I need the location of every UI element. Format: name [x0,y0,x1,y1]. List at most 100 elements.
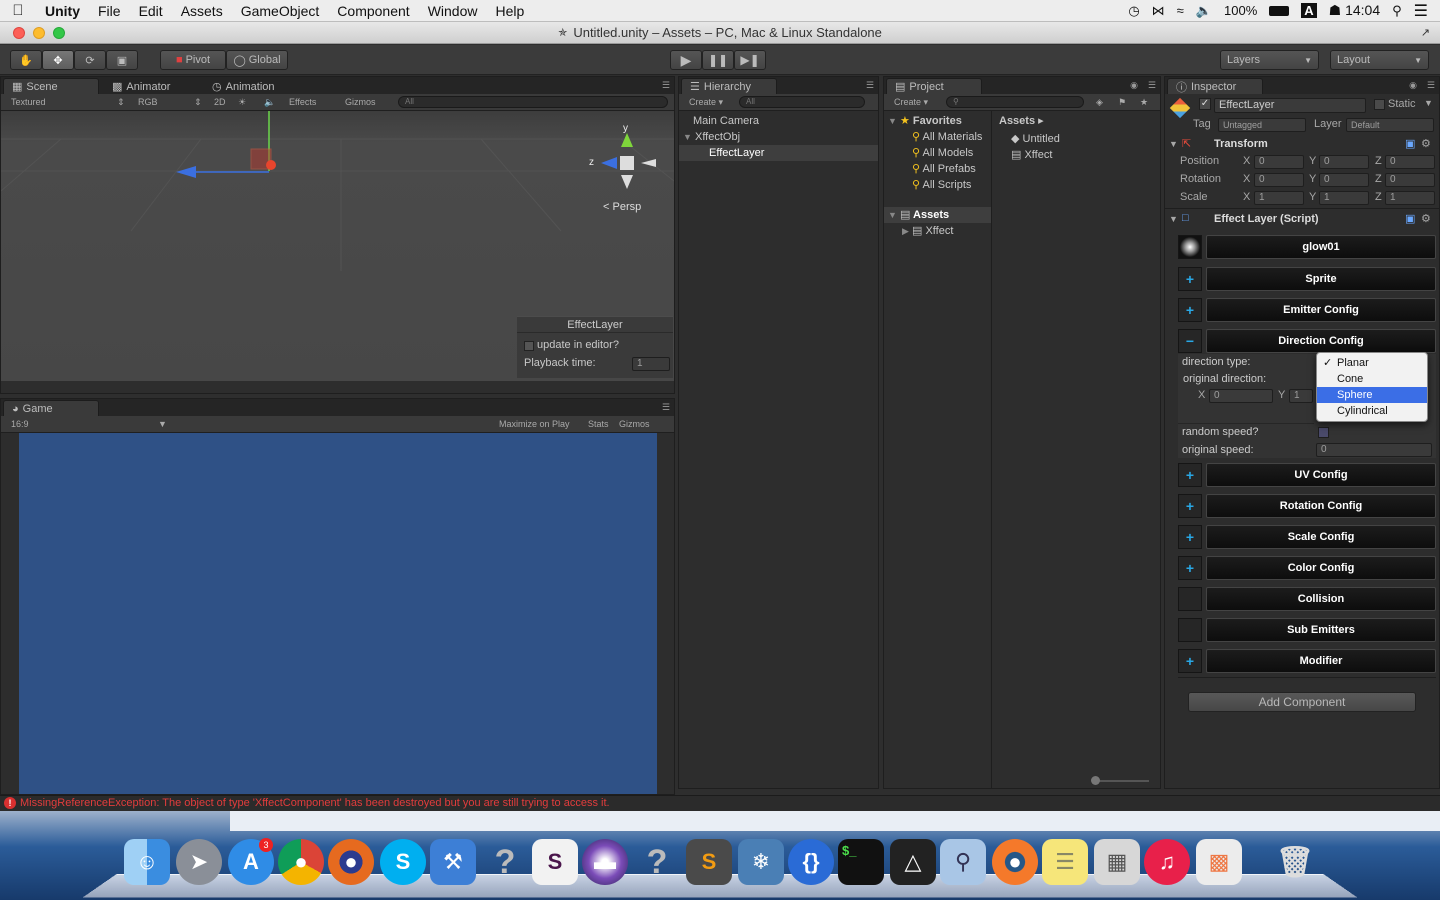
menubar-clock[interactable]: ☗ 14:04 [1329,2,1380,19]
panel-menu-icon[interactable]: ☰ [662,80,670,91]
texture-preview[interactable] [1178,235,1202,259]
skype-icon[interactable]: S [380,839,426,885]
apple-icon[interactable]:  [0,2,36,19]
eclipse-icon[interactable]: ▬ [582,839,628,885]
global-toggle-button[interactable]: ◯ Global [226,50,288,70]
uv-config-section-button[interactable]: UV Config [1206,463,1436,487]
shading-mode-dropdown[interactable]: Textured [11,97,46,107]
panel-menu-icon[interactable]: ☰ [1148,80,1156,91]
scale-y-input[interactable]: 1 [1319,191,1369,205]
add-component-button[interactable]: Add Component [1188,692,1416,712]
expand-arrow-icon[interactable]: ▼ [683,132,692,142]
slack-icon[interactable]: S [532,839,578,885]
unknown-app-icon[interactable]: ? [634,839,680,885]
maximize-on-play-toggle[interactable]: Maximize on Play [499,419,570,429]
move-tool-button[interactable]: ✥ [42,50,74,70]
help-book-icon[interactable]: ▣ [1405,212,1415,225]
tab-game[interactable]: ◕ Game [3,400,99,416]
dropdown-option-sphere[interactable]: Sphere [1317,387,1427,403]
xcode-icon[interactable]: ⚒ [430,839,476,885]
position-z-input[interactable]: 0 [1385,155,1435,169]
emitter-config-section-button[interactable]: Emitter Config [1206,298,1436,322]
help-book-icon[interactable]: ▣ [1405,137,1415,150]
bluetooth-icon[interactable]: ⋈ [1152,3,1165,19]
gameobject-name-input[interactable]: EffectLayer [1214,98,1366,113]
panel-menu-icon[interactable]: ☰ [866,80,874,91]
close-window-button[interactable] [13,27,25,39]
stats-toggle[interactable]: Stats [588,419,609,429]
minimize-window-button[interactable] [33,27,45,39]
file-untitled-scene[interactable]: ◆ Untitled [993,131,1160,147]
notification-center-icon[interactable]: ☰ [1414,1,1428,21]
tab-animation[interactable]: ◷ Animation [203,78,284,94]
menu-window[interactable]: Window [419,3,487,19]
battery-percent[interactable]: 100% [1224,3,1257,18]
panel-menu-icon[interactable]: ☰ [662,402,670,413]
script-fold-arrow-icon[interactable]: ▼ [1169,214,1178,224]
original-speed-input[interactable]: 0 [1316,443,1432,457]
dropdown-option-cone[interactable]: Cone [1317,371,1427,387]
menu-assets[interactable]: Assets [172,3,232,19]
finder-icon[interactable]: ☺ [124,839,170,885]
step-button[interactable]: ▶❚ [734,50,766,70]
static-checkbox[interactable] [1374,99,1385,110]
uv-config-expand-toggle[interactable]: + [1178,463,1202,487]
scale-x-input[interactable]: 1 [1254,191,1304,205]
firefox-icon[interactable]: ● [328,839,374,885]
tab-animator[interactable]: ▩ Animator [103,78,179,94]
rotation-z-input[interactable]: 0 [1385,173,1435,187]
calculator-icon[interactable]: ▦ [1094,839,1140,885]
time-machine-icon[interactable]: ◷ [1128,3,1139,19]
layers-dropdown[interactable]: Layers ▼ [1220,50,1319,70]
modifier-section-button[interactable]: Modifier [1206,649,1436,673]
wifi-icon[interactable]: ≈ [1177,3,1184,18]
spotlight-search-icon[interactable]: ⚲ [1392,3,1402,19]
unknown-app-icon[interactable]: ? [482,839,528,885]
zoom-window-button[interactable] [53,27,65,39]
favorite-all-scripts[interactable]: ⚲ All Scripts [884,177,991,193]
console-status-bar[interactable]: ! MissingReferenceException: The object … [0,795,1440,811]
sublime-text-icon[interactable]: S [686,839,732,885]
menu-file[interactable]: File [89,3,130,19]
assets-folder-item[interactable]: ▼ ▤ Assets [884,207,991,223]
favorites-header[interactable]: ▼ ★ Favorites [884,113,991,129]
color-config-expand-toggle[interactable]: + [1178,556,1202,580]
file-xffect-folder[interactable]: ▤ Xffect [993,147,1160,163]
unity-icon[interactable]: △ [890,839,936,885]
menu-gameobject[interactable]: GameObject [232,3,329,19]
brackets-app-icon[interactable]: {} [788,839,834,885]
trash-icon[interactable]: 🗑 [1272,839,1318,885]
volume-icon[interactable]: 🔈 [1196,3,1212,19]
texture-name-button[interactable]: glow01 [1206,235,1436,259]
panel-menu-icon[interactable]: ☰ [1427,80,1435,91]
dropdown-option-planar[interactable]: ✓ Planar [1317,355,1427,371]
launchpad-icon[interactable]: ➤ [176,839,222,885]
position-x-input[interactable]: 0 [1254,155,1304,169]
dropdown-option-cylindrical[interactable]: Cylindrical [1317,403,1427,419]
tab-project[interactable]: ▤ Project [886,78,982,94]
pause-button[interactable]: ❚❚ [702,50,734,70]
project-breadcrumb[interactable]: Assets ▸ [999,114,1044,127]
rotate-tool-button[interactable]: ⟳ [74,50,106,70]
game-gizmos-dropdown[interactable]: Gizmos [619,419,650,429]
direction-y-input[interactable]: 1 [1289,389,1313,403]
battery-icon[interactable] [1269,5,1290,16]
rotation-x-input[interactable]: 0 [1254,173,1304,187]
rotation-config-section-button[interactable]: Rotation Config [1206,494,1436,518]
hand-tool-button[interactable]: ✋ [10,50,42,70]
direction-config-collapse-toggle[interactable]: − [1178,329,1202,353]
gear-icon[interactable]: ⚙ [1421,212,1431,225]
transform-title[interactable]: Transform [1214,138,1268,150]
filter-by-type-icon[interactable]: ◈ [1096,97,1103,108]
stickies-icon[interactable]: ☰ [1042,839,1088,885]
slider-thumb[interactable] [1091,776,1100,785]
scale-config-section-button[interactable]: Scale Config [1206,525,1436,549]
menu-help[interactable]: Help [486,3,533,19]
direction-config-section-button[interactable]: Direction Config [1206,329,1436,353]
gear-icon[interactable]: ⚙ [1421,137,1431,150]
persp-label[interactable]: < Persp [603,201,641,213]
hierarchy-search-input[interactable]: All [739,96,865,108]
menu-app-unity[interactable]: Unity [36,3,89,19]
favorite-all-materials[interactable]: ⚲ All Materials [884,129,991,145]
hierarchy-item-effectlayer[interactable]: EffectLayer [679,145,878,161]
